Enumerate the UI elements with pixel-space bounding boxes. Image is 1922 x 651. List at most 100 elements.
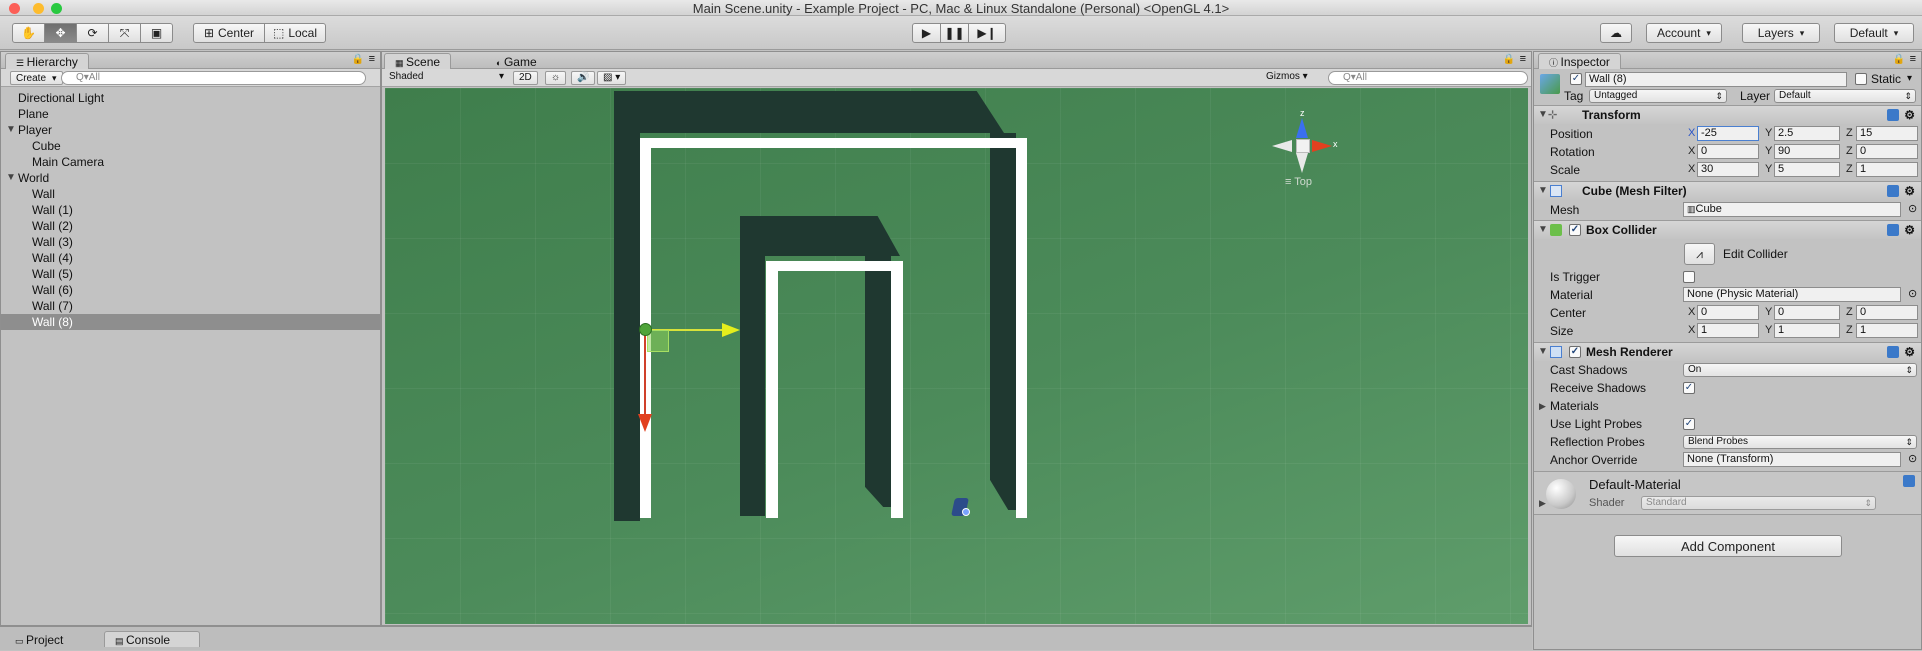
view-label[interactable]: ≡ Top [1285,176,1312,188]
gear-icon[interactable]: ⚙ [1904,343,1915,361]
expand-arrow-icon[interactable]: ▼ [1538,221,1548,239]
help-icon[interactable] [1903,475,1915,487]
hierarchy-item[interactable]: Directional Light [1,90,380,106]
hierarchy-item[interactable]: Wall (3) [1,234,380,250]
lighting-toggle[interactable]: ☼ [545,71,567,85]
transform-header[interactable]: ▼ ⊹ Transform ⚙ [1534,105,1921,124]
expand-arrow-icon[interactable]: ▶ [1539,498,1546,509]
layers-dropdown[interactable]: Layers [1742,23,1820,43]
z-axis-arrow-icon[interactable] [638,414,652,432]
scene-search-input[interactable]: Q▾All [1328,71,1528,85]
size-y-field[interactable]: 1 [1774,323,1840,338]
pivot-center-button[interactable]: ⊞ Center [193,23,265,43]
panel-menu-icon[interactable]: ≡ [369,53,375,65]
scale-tool-button[interactable]: ⤧ [108,23,141,43]
hierarchy-item[interactable]: Plane [1,106,380,122]
panel-menu-icon[interactable]: ≡ [1520,53,1526,65]
tab-console[interactable]: ▤ Console [104,631,200,647]
scale-y-field[interactable]: 5 [1774,162,1840,177]
shader-dropdown[interactable]: Standard [1641,496,1876,510]
lock-icon[interactable]: 🔒 [352,54,364,65]
position-x-field[interactable]: -25 [1697,126,1759,141]
rotation-x-field[interactable]: 0 [1697,144,1759,159]
object-picker-icon[interactable]: ⊙ [1908,202,1917,215]
receive-shadows-checkbox[interactable]: ✓ [1683,382,1695,394]
audio-toggle[interactable]: 🔊 [571,71,596,85]
tab-scene[interactable]: ▦ Scene [384,53,452,69]
object-name-field[interactable]: Wall (8) [1585,72,1847,87]
expand-arrow-icon[interactable]: ▼ [1538,182,1548,200]
hierarchy-item[interactable]: Wall (5) [1,266,380,282]
mesh-renderer-header[interactable]: ▼ ✓ Mesh Renderer ⚙ [1534,342,1921,361]
account-dropdown[interactable]: Account [1646,23,1722,43]
z-cone-icon[interactable] [1296,118,1308,138]
hierarchy-item[interactable]: ▼ World [1,170,380,186]
expand-arrow-icon[interactable]: ▼ [1538,343,1548,361]
materials-label[interactable]: Materials [1550,397,1921,415]
object-picker-icon[interactable]: ⊙ [1908,287,1917,300]
rect-tool-button[interactable]: ▣ [140,23,173,43]
wall[interactable] [766,261,778,518]
static-checkbox[interactable] [1855,73,1867,85]
hierarchy-item[interactable]: Wall [1,186,380,202]
active-checkbox[interactable]: ✓ [1570,73,1582,85]
help-icon[interactable] [1887,346,1899,358]
center-z-field[interactable]: 0 [1856,305,1918,320]
object-picker-icon[interactable]: ⊙ [1908,452,1917,465]
gear-icon[interactable]: ⚙ [1904,106,1915,124]
lock-icon[interactable]: 🔒 [1503,54,1515,65]
chevron-down-icon[interactable]: ▾ [1907,73,1912,84]
hierarchy-item[interactable]: Wall (4) [1,250,380,266]
hierarchy-item[interactable]: Wall (7) [1,298,380,314]
pivot-local-button[interactable]: ⬚ Local [264,23,326,43]
tab-hierarchy[interactable]: ☰ Hierarchy [5,53,89,69]
expand-arrow-icon[interactable]: ▶ [1539,401,1546,412]
scale-z-field[interactable]: 1 [1856,162,1918,177]
hierarchy-item[interactable]: Wall (6) [1,282,380,298]
mode-2d-toggle[interactable]: 2D [513,71,538,85]
hierarchy-item[interactable]: Cube [1,138,380,154]
help-icon[interactable] [1887,224,1899,236]
tab-project[interactable]: ▭ Project [4,631,74,647]
help-icon[interactable] [1887,109,1899,121]
layout-dropdown[interactable]: Default [1834,23,1914,43]
light-probes-checkbox[interactable]: ✓ [1683,418,1695,430]
hand-tool-button[interactable]: ✋ [12,23,45,43]
wall[interactable] [774,261,894,271]
step-button[interactable]: ▶❙ [968,23,1006,43]
edit-collider-button[interactable]: ⩘ [1684,243,1715,265]
expand-arrow-icon[interactable]: ▼ [6,122,16,138]
tag-dropdown[interactable]: Untagged [1589,89,1727,103]
cloud-button[interactable]: ☁ [1600,23,1632,43]
gear-icon[interactable]: ⚙ [1904,221,1915,239]
box-collider-enabled-checkbox[interactable]: ✓ [1569,224,1581,236]
cast-shadows-dropdown[interactable]: On [1683,363,1917,377]
center-x-field[interactable]: 0 [1697,305,1759,320]
pause-button[interactable]: ❚❚ [940,23,969,43]
position-y-field[interactable]: 2.5 [1774,126,1840,141]
size-z-field[interactable]: 1 [1856,323,1918,338]
gizmos-dropdown[interactable]: Gizmos ▾ [1261,71,1313,85]
hierarchy-item-selected[interactable]: Wall (8) [1,314,380,330]
expand-arrow-icon[interactable]: ▼ [1538,106,1548,124]
shading-dropdown[interactable]: Shaded ▾ [384,71,508,85]
center-y-field[interactable]: 0 [1774,305,1840,320]
expand-arrow-icon[interactable]: ▼ [6,170,16,186]
tab-inspector[interactable]: ⓘ Inspector [1538,53,1621,69]
layer-dropdown[interactable]: Default [1774,89,1916,103]
rotation-z-field[interactable]: 0 [1856,144,1918,159]
create-dropdown[interactable]: Create [10,71,63,85]
center-handle[interactable] [639,323,652,336]
rotate-tool-button[interactable]: ⟳ [76,23,109,43]
help-icon[interactable] [1887,185,1899,197]
hierarchy-search-input[interactable]: Q▾All [61,71,366,85]
gear-icon[interactable]: ⚙ [1904,182,1915,200]
z-axis-handle[interactable] [644,330,646,420]
mesh-filter-header[interactable]: ▼ Cube (Mesh Filter) ⚙ [1534,181,1921,200]
neg-x-cone-icon[interactable] [1272,140,1292,152]
position-z-field[interactable]: 15 [1856,126,1918,141]
wall[interactable] [647,138,1021,148]
add-component-button[interactable]: Add Component [1614,535,1842,557]
neg-z-cone-icon[interactable] [1296,153,1308,173]
hierarchy-item[interactable]: Wall (1) [1,202,380,218]
